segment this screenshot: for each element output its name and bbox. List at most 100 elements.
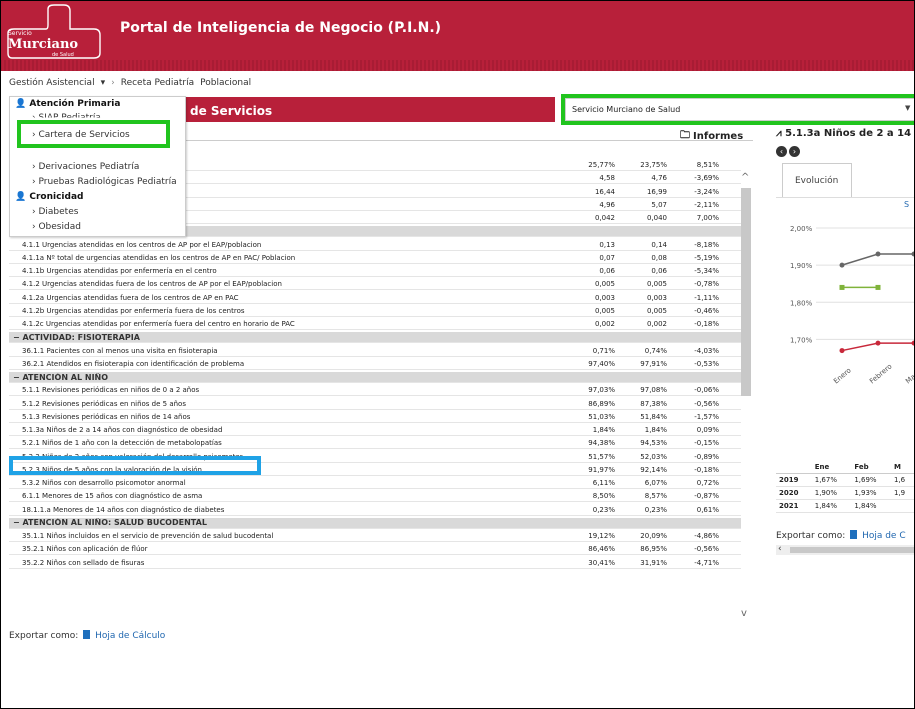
table-group-row[interactable]: − ATENCIÓN AL NIÑO [9,372,741,383]
scroll-left-icon[interactable]: ‹ [778,544,782,554]
menu-diabetes[interactable]: › Diabetes [32,207,78,217]
menu-derivaciones[interactable]: › Derivaciones Pediatría [32,162,139,172]
row-value-v2: 94,53% [640,439,667,448]
table-row[interactable]: 18.1.1.a Menores de 14 años con diagnóst… [9,505,741,516]
mini-cell-c3: 1,6 [890,473,915,487]
mini-cell-c1: 1,90% [811,486,852,500]
chevron-down-icon: ▾ [100,78,106,88]
mini-row: 2019 1,67% 1,69% 1,6 [776,473,915,487]
row-label: 35.2.2 Niños con sellado de fisuras [22,558,145,567]
table-row[interactable]: 5.1.1 Revisiones periódicas en niños de … [9,385,741,397]
horizontal-scrollbar[interactable]: ‹ [776,544,915,555]
menu-pruebas-radiologicas[interactable]: › Pruebas Radiológicas Pediatría [32,177,177,187]
table-row[interactable]: 5.1.2 Revisiones periódicas en niños de … [9,399,741,410]
row-value-v3: 8,51% [696,161,719,169]
user-icon: 👤 [15,192,27,202]
table-row[interactable]: 5.1.3a Niños de 2 a 14 años con diagnóst… [9,425,741,436]
rp-export-link[interactable]: Hoja de C [862,531,906,541]
nav-arrows: ‹ › [776,146,802,157]
breadcrumb-gestion[interactable]: Gestión Asistencial [9,78,95,88]
tab-evolucion[interactable]: Evolución [782,163,852,197]
organization-select[interactable]: Servicio Murciano de Salud [565,98,915,121]
table-row[interactable]: 5.2.1 Niños de 1 año con la detección de… [9,438,741,450]
row-label: 5.3.2 Niños con desarrollo psicomotor an… [22,479,186,487]
breadcrumb-receta[interactable]: Receta Pediatría [121,78,194,88]
table-row[interactable]: 4.1.1a Nº total de urgencias atendidas e… [9,253,741,264]
data-point-2020[interactable] [839,262,845,268]
row-value-v3: -0,46% [694,306,719,315]
table-row[interactable]: 4.1.2a Urgencias atendidas fuera de los … [9,293,741,304]
row-value-v1: 19,12% [588,532,615,540]
row-value-v2: 1,84% [644,426,667,434]
mini-header[interactable]: M [890,461,915,474]
table-row[interactable]: 4.1.2b Urgencias atendidas por enfermerí… [9,306,741,317]
row-value-v3: -0,18% [694,465,719,474]
mini-header[interactable]: Feb [851,461,891,474]
menu-cronicidad[interactable]: 👤 Cronicidad [15,192,83,202]
arrow-right-icon[interactable]: › [789,146,800,157]
mini-cell-c2: 1,93% [851,486,891,500]
data-point-2020[interactable] [875,251,881,257]
row-value-v2: 0,040 [646,214,667,222]
row-label: 5.1.3 Revisiones periódicas en niños de … [22,412,191,421]
table-row[interactable]: 4.1.1b Urgencias atendidas por enfermerí… [9,266,741,277]
page-title: Portal de Inteligencia de Negocio (P.I.N… [120,20,442,36]
row-highlight [9,456,261,475]
chart-icon: ⩘ [776,128,782,139]
table-row[interactable]: 35.1.1 Niños incluidos en el servicio de… [9,531,741,542]
table-row[interactable]: 4.1.2 Urgencias atendidas fuera de los c… [9,279,741,291]
row-label: 5.1.3a Niños de 2 a 14 años con diagnóst… [22,426,223,434]
table-row[interactable]: 5.3.2 Niños con desarrollo psicomotor an… [9,478,741,489]
scroll-thumb[interactable] [790,547,915,553]
data-point-2021[interactable] [875,284,881,290]
mini-cell-year: 2019 [776,473,812,487]
table-row[interactable]: 36.1.1 Pacientes con al menos una visita… [9,346,741,357]
row-value-v2: 0,003 [646,293,667,302]
row-value-v3: -4,03% [694,346,719,355]
mini-cell-year: 2020 [776,486,812,500]
row-value-v1: 0,005 [594,280,615,289]
table-row[interactable]: 6.1.1 Menores de 15 años con diagnóstico… [9,491,741,503]
table-row[interactable]: 35.2.2 Niños con sellado de fisuras 30,41… [9,558,741,569]
mini-header[interactable] [776,461,812,474]
arrow-left-icon[interactable]: ‹ [776,146,787,157]
scroll-up-icon[interactable]: ^ [741,172,749,183]
data-point-2019[interactable] [839,348,845,354]
row-value-v1: 94,38% [588,439,615,448]
table-row[interactable]: 4.1.2c Urgencias atendidas por enfermerí… [9,319,741,330]
data-point-2019[interactable] [875,340,881,346]
row-value-v3: -0,18% [694,320,719,328]
scroll-down-icon[interactable]: v [741,608,747,619]
row-value-v2: 0,06 [651,267,667,275]
data-point-2019[interactable] [911,340,915,346]
row-label: 18.1.1.a Menores de 14 años con diagnóst… [22,505,225,514]
row-label: 4.1.1a Nº total de urgencias atendidas e… [22,253,296,262]
row-value-v2: 0,14 [651,240,667,249]
breadcrumb-poblacional[interactable]: Poblacional [200,78,251,88]
table-scrollbar[interactable] [741,188,751,396]
table-row[interactable]: 4.1.1 Urgencias atendidas en los centros… [9,240,741,251]
export-spreadsheet-link[interactable]: Hoja de Cálculo [95,631,165,641]
row-label: 4.1.2 Urgencias atendidas fuera de los c… [22,280,282,289]
mini-header[interactable]: Ene [811,461,852,474]
data-point-2021[interactable] [839,284,845,290]
data-point-2020[interactable] [911,251,915,257]
row-label: 36.2.1 Atendidos en fisioterapia con ide… [22,359,245,368]
row-value-v1: 0,002 [594,320,615,328]
row-label: 36.1.1 Pacientes con al menos una visita… [22,346,218,355]
row-value-v2: 0,23% [644,505,667,514]
table-row[interactable]: 36.2.1 Atendidos en fisioterapia con ide… [9,359,741,370]
table-group-row[interactable]: − ATENCIÓN AL NIÑO: SALUD BUCODENTAL [9,517,741,529]
header-stripe [0,60,915,71]
row-value-v2: 51,84% [640,412,667,421]
menu-obesidad[interactable]: › Obesidad [32,222,81,232]
x-tick-label: Febrero [868,362,893,385]
row-value-v2: 6,07% [644,479,667,487]
logo-line3: de Salud [52,52,74,58]
table-row[interactable]: 5.1.3 Revisiones periódicas en niños de … [9,412,741,423]
table-row[interactable]: 35.2.1 Niños con aplicación de flúor 86,4… [9,544,741,556]
tab-more[interactable]: S [904,200,909,209]
menu-atencion-primaria[interactable]: 👤 Atención Primaria [15,99,120,109]
table-group-row[interactable]: − ACTIVIDAD: FISIOTERAPIA [9,332,741,344]
row-value-v3: -4,86% [694,532,719,540]
